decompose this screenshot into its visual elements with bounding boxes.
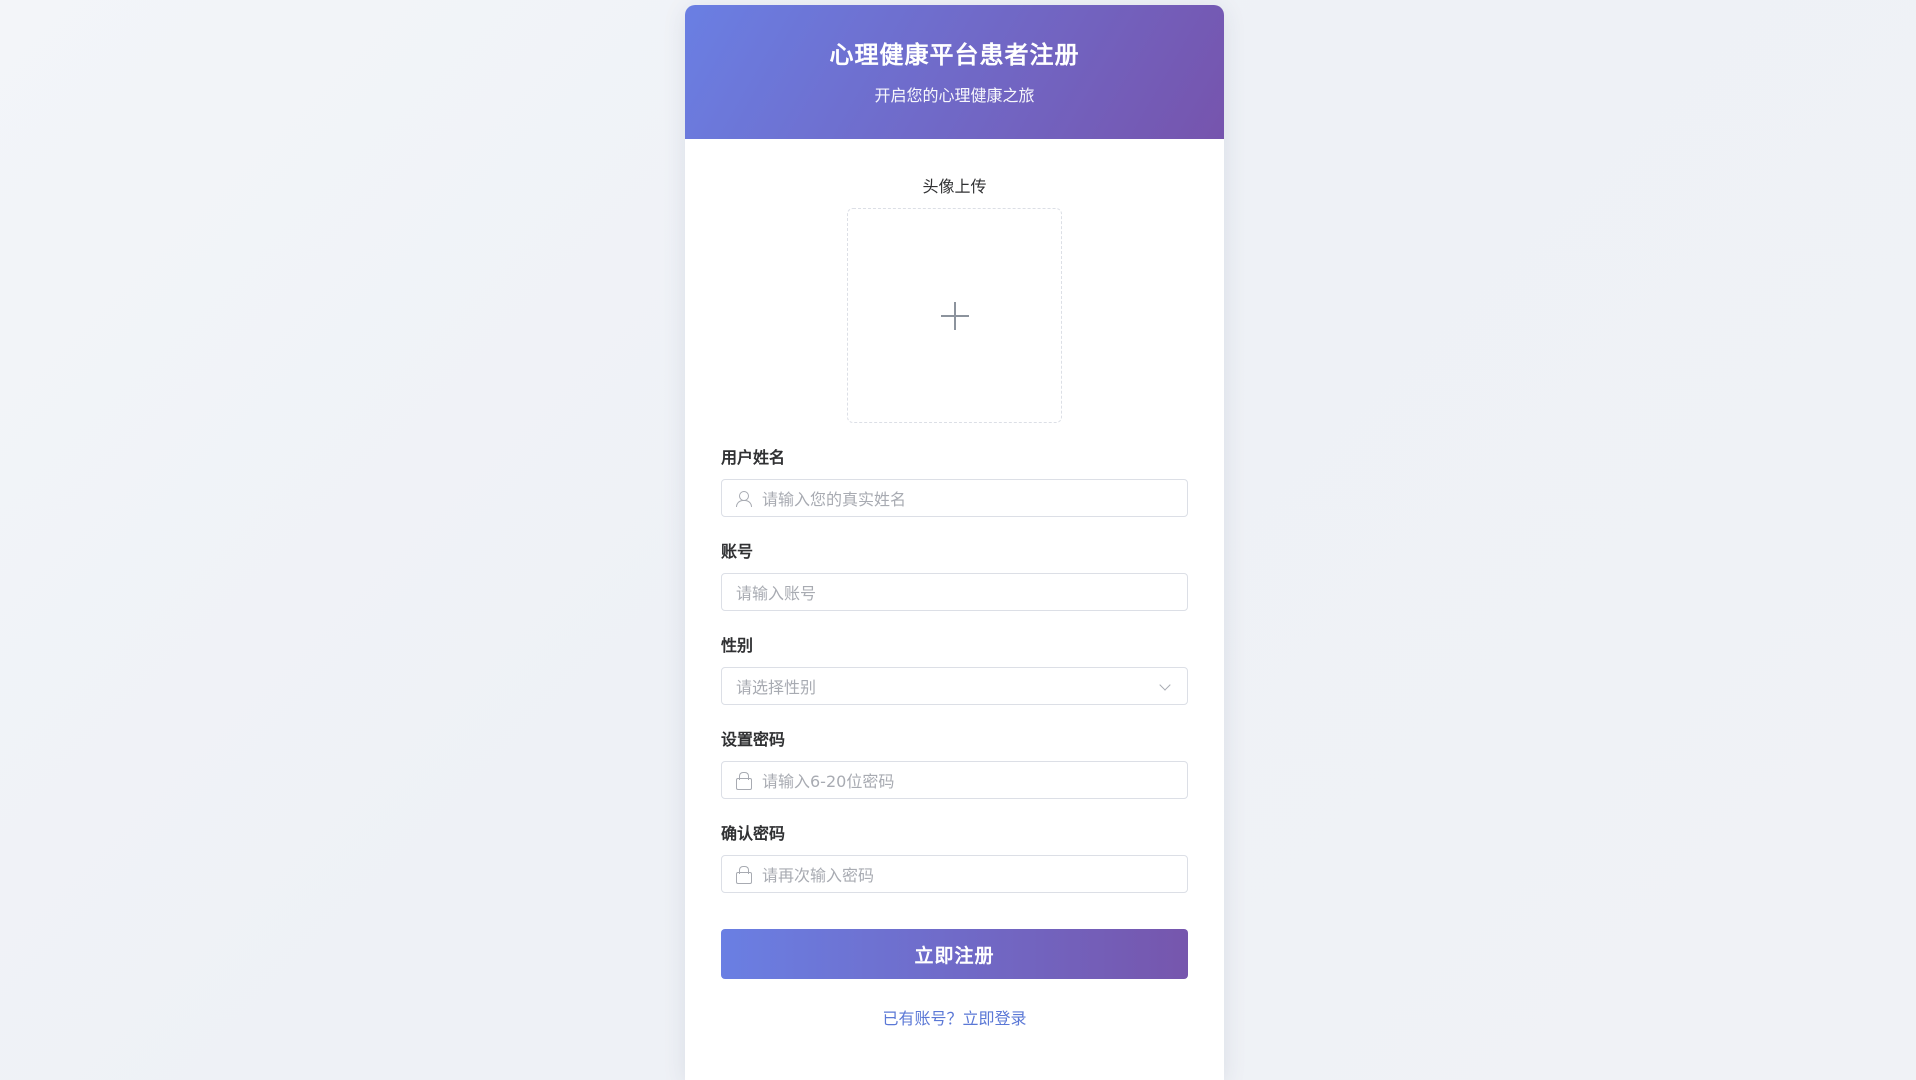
confirm-password-label: 确认密码 (721, 824, 786, 843)
card-header: 心理健康平台患者注册 开启您的心理健康之旅 (685, 5, 1224, 139)
confirm-password-input[interactable]: 请再次输入密码 (721, 855, 1188, 893)
confirm-password-field-group: 确认密码 请再次输入密码 (721, 823, 1188, 893)
lock-icon (736, 866, 752, 884)
password-label: 设置密码 (721, 730, 786, 749)
password-input[interactable]: 请输入6-20位密码 (721, 761, 1188, 799)
confirm-password-placeholder: 请再次输入密码 (762, 866, 875, 885)
gender-placeholder: 请选择性别 (736, 678, 817, 697)
name-input[interactable]: 请输入您的真实姓名 (721, 479, 1188, 517)
gender-field-group: 性别 请选择性别 (721, 635, 1188, 705)
account-placeholder: 请输入账号 (736, 584, 817, 603)
page-subtitle: 开启您的心理健康之旅 (874, 86, 1035, 105)
user-icon (736, 490, 752, 507)
chevron-down-icon (1159, 679, 1171, 691)
name-placeholder: 请输入您的真实姓名 (762, 490, 907, 509)
plus-icon (940, 301, 969, 330)
gender-select[interactable]: 请选择性别 (721, 667, 1188, 705)
password-field-group: 设置密码 请输入6-20位密码 (721, 729, 1188, 799)
registration-card: 心理健康平台患者注册 开启您的心理健康之旅 头像上传 用户姓名 请输入您的真实姓… (685, 5, 1224, 1080)
account-field-group: 账号 请输入账号 (721, 541, 1188, 611)
avatar-upload-label: 头像上传 (922, 177, 987, 196)
login-link[interactable]: 已有账号？立即登录 (721, 1005, 1188, 1029)
gender-label: 性别 (721, 636, 754, 655)
avatar-upload-button[interactable] (847, 208, 1062, 423)
account-label: 账号 (721, 542, 754, 561)
register-button[interactable]: 立即注册 (721, 929, 1188, 979)
form-body: 头像上传 用户姓名 请输入您的真实姓名 账号 请输入账号 性别 请选择性别 设置… (685, 176, 1224, 1029)
lock-icon (736, 772, 752, 790)
name-label: 用户姓名 (721, 448, 786, 467)
account-input[interactable]: 请输入账号 (721, 573, 1188, 611)
password-placeholder: 请输入6-20位密码 (762, 772, 895, 791)
page-title: 心理健康平台患者注册 (829, 41, 1080, 69)
name-field-group: 用户姓名 请输入您的真实姓名 (721, 447, 1188, 517)
